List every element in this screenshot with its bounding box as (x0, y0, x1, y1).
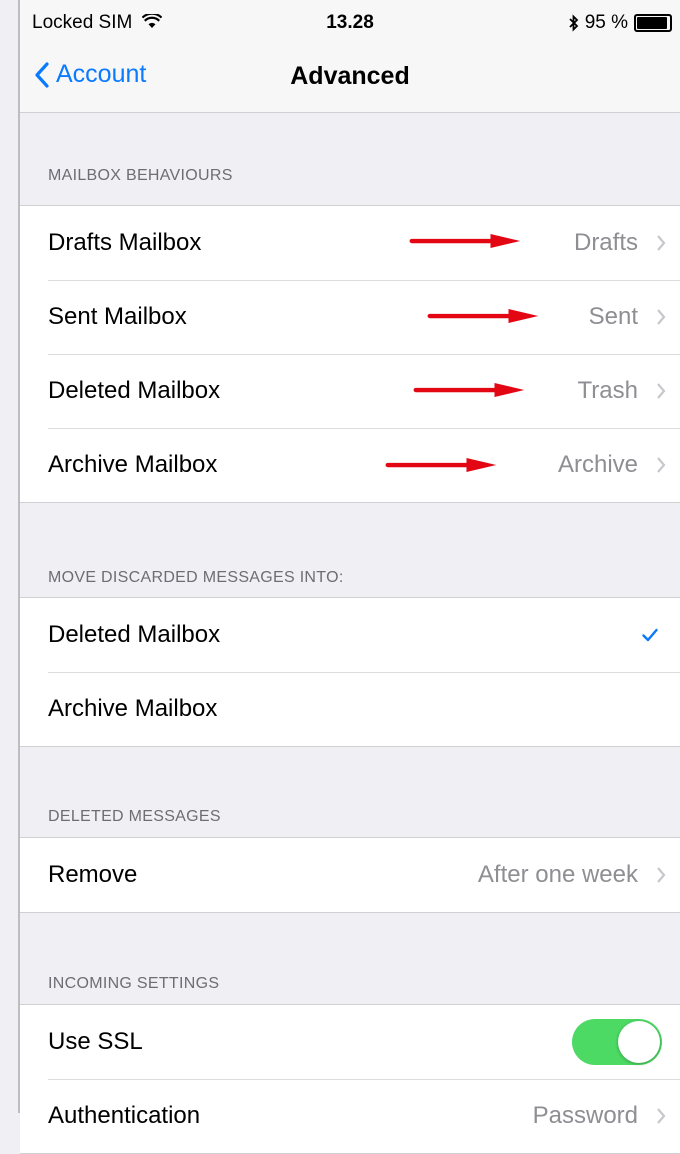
chevron-right-icon (657, 309, 666, 325)
mailbox-behaviours-group: Drafts Mailbox Drafts Sent Mailbox Sent … (20, 205, 680, 503)
toggle-knob (618, 1021, 660, 1063)
row-label: Sent Mailbox (48, 303, 187, 330)
row-label: Drafts Mailbox (48, 229, 202, 256)
row-label: Archive Mailbox (48, 451, 218, 478)
battery-percentage: 95 % (584, 12, 628, 33)
screen: Locked SIM 13.28 95 % Account Advanced M… (0, 0, 680, 1154)
row-label: Deleted Mailbox (48, 377, 221, 404)
row-value: Archive (557, 451, 638, 478)
row-label: Remove (48, 861, 138, 888)
section-header-incoming-settings: INCOMING SETTINGS (48, 975, 220, 992)
section-header-move-discarded: MOVE DISCARDED MESSAGES INTO: (48, 569, 344, 586)
row-value: After one week (477, 861, 638, 888)
battery-icon (634, 14, 672, 32)
row-label: Archive Mailbox (48, 695, 218, 722)
checkmark-icon (642, 628, 658, 642)
drafts-mailbox-row[interactable]: Drafts Mailbox Drafts (20, 206, 680, 280)
row-label: Use SSL (48, 1028, 143, 1055)
annotation-arrow-icon (413, 383, 525, 397)
use-ssl-toggle[interactable] (572, 1019, 662, 1065)
row-value: Drafts (573, 229, 638, 256)
option-archive-mailbox[interactable]: Archive Mailbox (20, 672, 680, 746)
row-label: Authentication (48, 1102, 201, 1129)
bluetooth-icon (569, 14, 578, 32)
use-ssl-row: Use SSL (20, 1005, 680, 1079)
row-value: Password (532, 1102, 638, 1129)
move-discarded-group: Deleted Mailbox Archive Mailbox (20, 597, 680, 747)
status-bar: Locked SIM 13.28 95 % (20, 0, 680, 50)
archive-mailbox-row[interactable]: Archive Mailbox Archive (20, 428, 680, 502)
chevron-right-icon (657, 867, 666, 883)
sent-mailbox-row[interactable]: Sent Mailbox Sent (20, 280, 680, 354)
deleted-messages-group: Remove After one week (20, 837, 680, 913)
chevron-right-icon (657, 383, 666, 399)
row-label: Deleted Mailbox (48, 621, 221, 648)
chevron-right-icon (657, 457, 666, 473)
navigation-bar: Account Advanced (20, 50, 680, 113)
row-value: Trash (577, 377, 638, 404)
authentication-row[interactable]: Authentication Password (20, 1079, 680, 1153)
row-value: Sent (588, 303, 638, 330)
section-header-mailbox-behaviours: MAILBOX BEHAVIOURS (48, 167, 233, 184)
battery-fill (637, 17, 668, 29)
section-header-deleted-messages: DELETED MESSAGES (48, 808, 221, 825)
remove-row[interactable]: Remove After one week (20, 838, 680, 912)
option-deleted-mailbox[interactable]: Deleted Mailbox (20, 598, 680, 672)
annotation-arrow-icon (385, 458, 497, 472)
annotation-arrow-icon (409, 234, 521, 248)
incoming-settings-group: Use SSL Authentication Password (20, 1004, 680, 1154)
status-right: 95 % (569, 12, 672, 34)
deleted-mailbox-row[interactable]: Deleted Mailbox Trash (20, 354, 680, 428)
chevron-right-icon (657, 1108, 666, 1124)
page-title: Advanced (290, 62, 410, 90)
chevron-right-icon (657, 235, 666, 251)
annotation-arrow-icon (427, 309, 539, 323)
